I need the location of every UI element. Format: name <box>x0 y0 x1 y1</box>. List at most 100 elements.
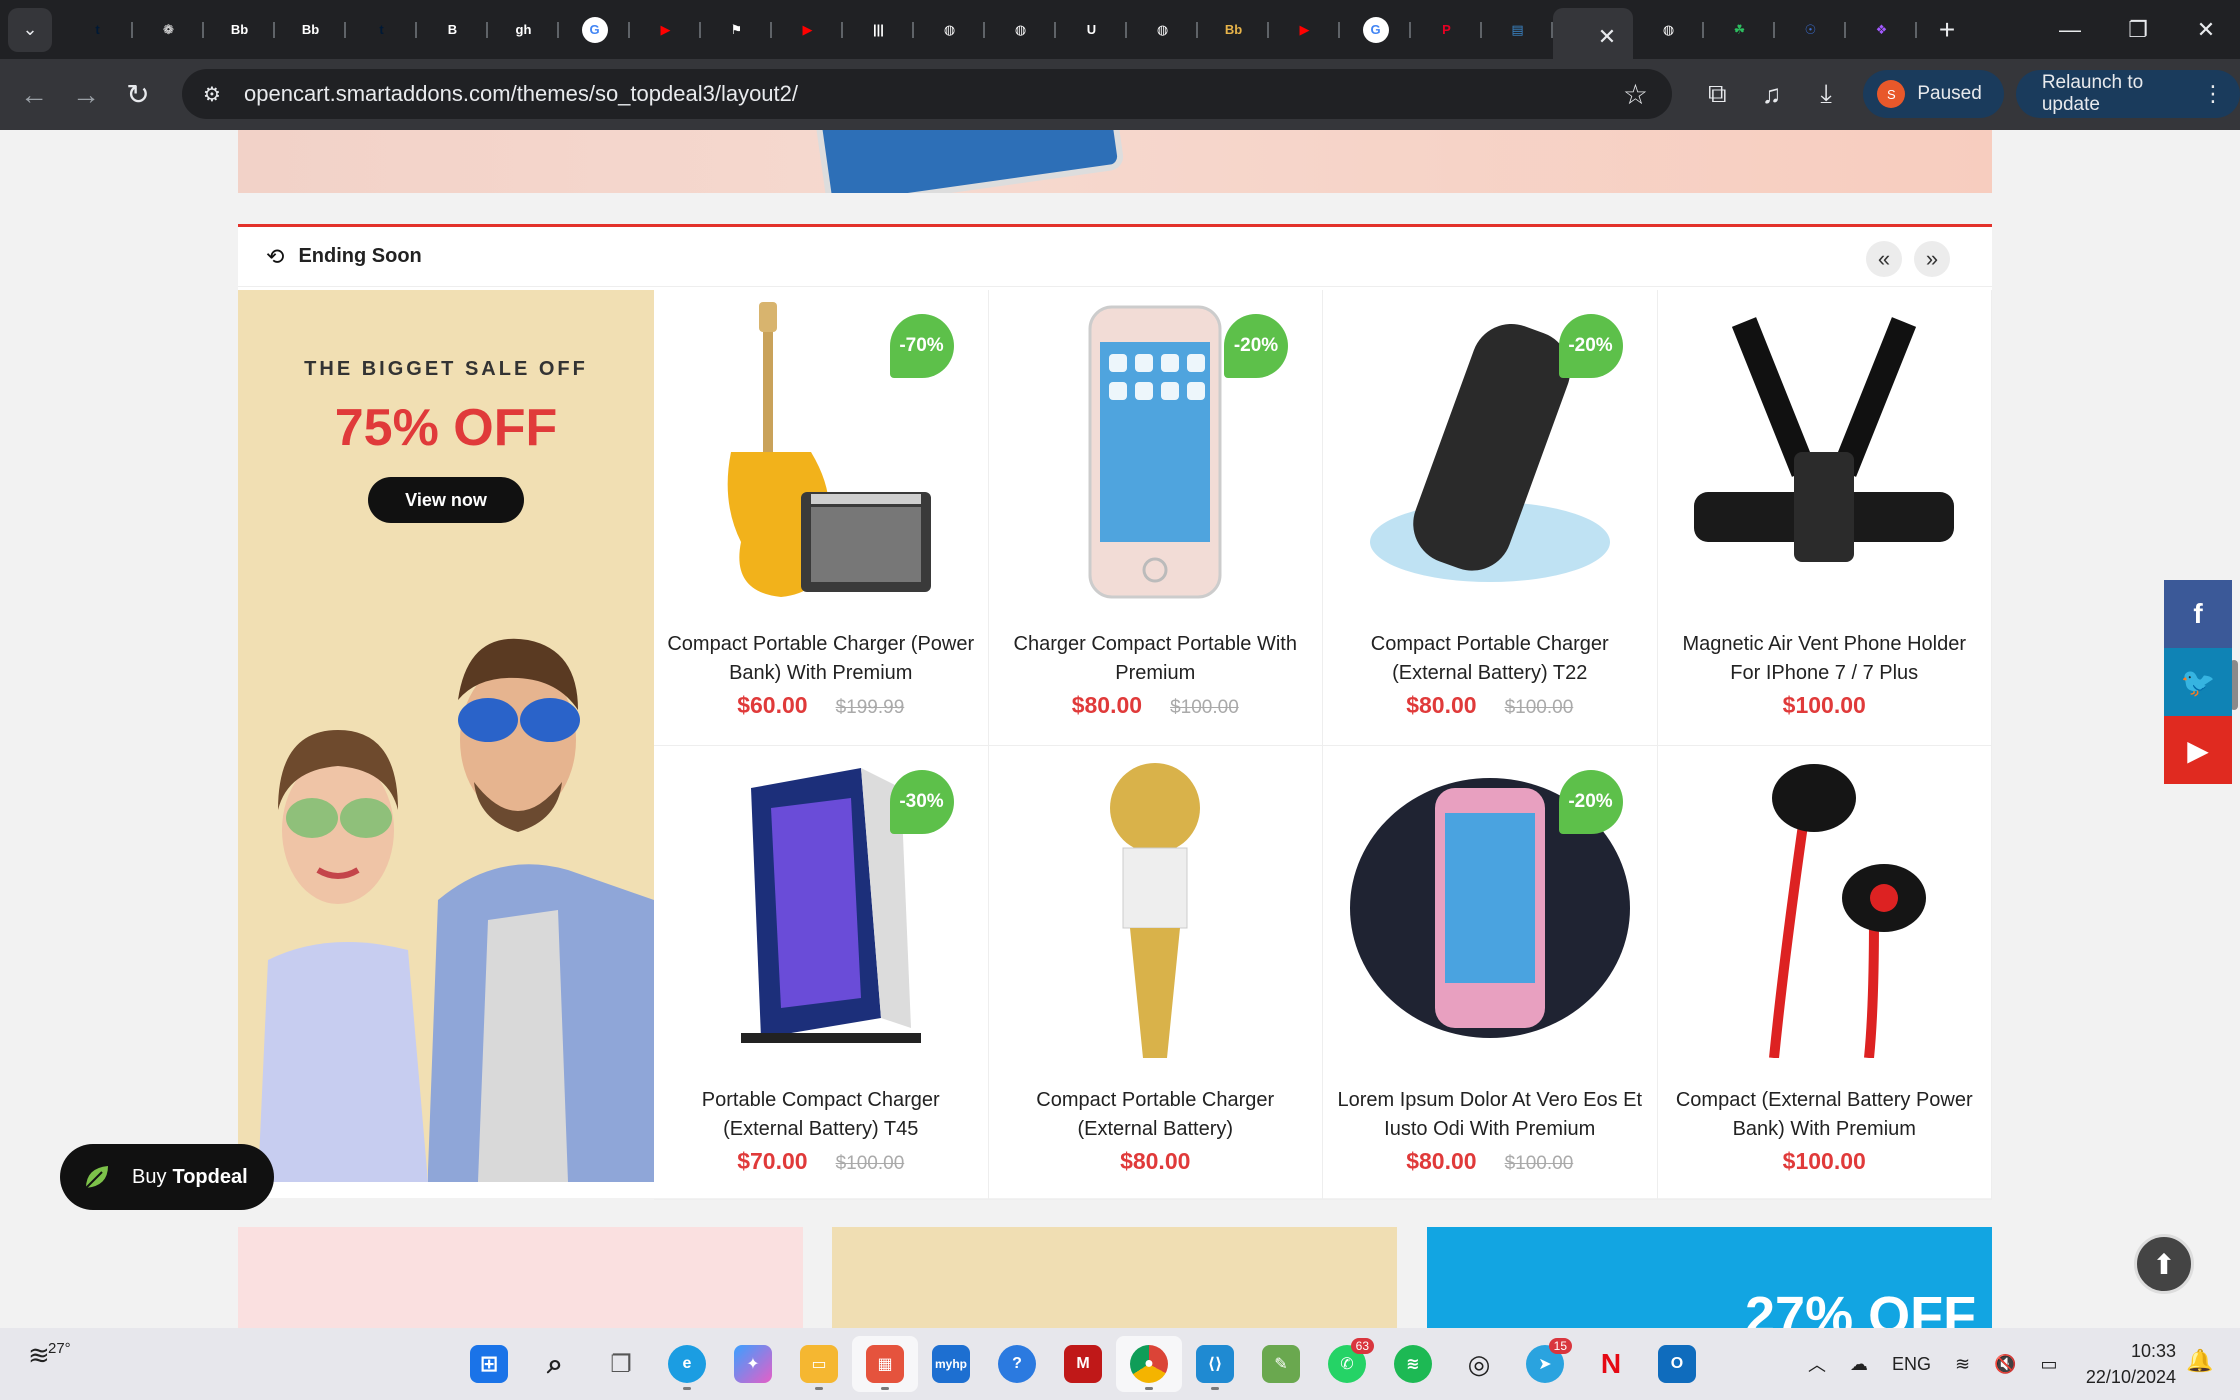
ring-app[interactable]: ◎ <box>1446 1336 1512 1392</box>
browser-tab[interactable]: B <box>417 8 488 52</box>
edge-app[interactable]: e <box>654 1336 720 1392</box>
browser-tab[interactable]: ||| <box>843 8 914 52</box>
product-name[interactable]: Magnetic Air Vent Phone Holder For IPhon… <box>1668 630 1982 688</box>
site-info-icon[interactable]: ⚙ <box>192 82 232 107</box>
start-button[interactable]: ⊞ <box>456 1336 522 1392</box>
product-image[interactable] <box>1005 758 1305 1058</box>
language-indicator[interactable]: ENG <box>1892 1354 1931 1375</box>
help-app[interactable]: ? <box>984 1336 1050 1392</box>
weather-widget[interactable]: ≋ 27° <box>28 1340 88 1371</box>
battery-icon[interactable]: ▭ <box>2041 1354 2058 1375</box>
browser-tab[interactable]: Bb <box>1198 8 1269 52</box>
browser-tab[interactable]: G <box>559 8 630 52</box>
bottom-banner-beige[interactable] <box>832 1227 1397 1328</box>
view-now-button[interactable]: View now <box>368 477 524 523</box>
youtube-icon[interactable]: ▶ <box>2164 716 2232 784</box>
browser-tab[interactable]: ☉ <box>1775 8 1846 52</box>
download-icon[interactable]: ⤓ <box>1799 67 1853 121</box>
bookmark-star-icon[interactable]: ☆ <box>1623 78 1648 111</box>
product-image[interactable] <box>1674 758 1974 1059</box>
address-bar[interactable]: ⚙ opencart.smartaddons.com/themes/so_top… <box>182 69 1672 119</box>
whatsapp-app[interactable]: ✆ 63 <box>1314 1336 1380 1392</box>
profile-paused-button[interactable]: S Paused <box>1863 70 2004 118</box>
product-card[interactable]: -30% Portable Compact Charger (External B… <box>654 746 989 1200</box>
browser-tab[interactable]: gh <box>488 8 559 52</box>
browser-tab[interactable]: ◍ <box>1127 8 1198 52</box>
facebook-icon[interactable]: f <box>2164 580 2232 648</box>
mcafee-app[interactable]: M <box>1050 1336 1116 1392</box>
product-card[interactable]: -20% Charger Compact Portable With Premiu… <box>988 290 1323 746</box>
restore-icon[interactable]: ❐ <box>2104 0 2172 59</box>
new-tab-button[interactable]: + <box>1925 8 1969 52</box>
product-card[interactable]: -70% Compact Portable Charger (Power Bank… <box>654 290 989 746</box>
browser-tab[interactable]: Bb <box>275 8 346 52</box>
browser-tab[interactable]: t <box>62 8 133 52</box>
volume-muted-icon[interactable]: 🔇 <box>1994 1354 2016 1375</box>
outlook-app[interactable]: O <box>1644 1336 1710 1392</box>
wifi-icon[interactable]: ≋ <box>1955 1354 1970 1375</box>
task-view-button[interactable]: ❐ <box>588 1336 654 1392</box>
browser-tab[interactable]: ◍ <box>985 8 1056 52</box>
notification-bell-icon[interactable]: 🔔 <box>2186 1348 2213 1374</box>
product-name[interactable]: Portable Compact Charger (External Batte… <box>664 1086 978 1144</box>
product-card[interactable]: Compact (External Battery Power Bank) Wi… <box>1657 746 1992 1200</box>
product-card[interactable]: -20% Lorem Ipsum Dolor At Vero Eos Et Ius… <box>1323 746 1658 1200</box>
browser-tab[interactable]: ▶ <box>772 8 843 52</box>
relaunch-button[interactable]: Relaunch to update ⋮ <box>2015 70 2240 118</box>
buy-topdeal-button[interactable]: Buy Topdeal <box>60 1144 274 1210</box>
bottom-banner-blue[interactable]: 27% OFF <box>1427 1227 1992 1328</box>
browser-tab[interactable]: t <box>346 8 417 52</box>
product-card[interactable]: -20% Compact Portable Charger (External B… <box>1323 290 1658 746</box>
twitter-icon[interactable]: 🐦 <box>2164 648 2232 716</box>
scroll-to-top-button[interactable]: ⬆ <box>2134 1234 2194 1294</box>
browser-tab[interactable]: Bb <box>204 8 275 52</box>
close-tab-icon[interactable]: ✕ <box>1598 24 1616 50</box>
spotify-app[interactable]: ≋ <box>1380 1336 1446 1392</box>
telegram-app[interactable]: ➤ 15 <box>1512 1336 1578 1392</box>
more-menu-icon[interactable]: ⋮ <box>2202 81 2224 107</box>
store-app[interactable]: ▦ <box>852 1336 918 1392</box>
browser-tab[interactable]: ◍ <box>914 8 985 52</box>
bottom-banner-pink[interactable] <box>238 1227 803 1328</box>
product-image[interactable] <box>1674 302 1974 602</box>
browser-tab[interactable]: ☘ <box>1704 8 1775 52</box>
product-name[interactable]: Compact Portable Charger (Power Bank) Wi… <box>664 630 978 688</box>
forward-icon[interactable]: → <box>60 69 112 121</box>
browser-tab[interactable]: ⚑ <box>701 8 772 52</box>
browser-tab[interactable]: G <box>1340 8 1411 52</box>
search-button[interactable]: ⌕ <box>522 1336 588 1392</box>
close-window-icon[interactable]: ✕ <box>2172 0 2240 59</box>
reload-icon[interactable]: ↻ <box>112 69 164 121</box>
product-name[interactable]: Charger Compact Portable With Premium <box>999 630 1313 688</box>
active-browser-tab[interactable]: ✕ <box>1553 7 1633 67</box>
product-name[interactable]: Compact (External Battery Power Bank) Wi… <box>1668 1086 1982 1144</box>
onedrive-icon[interactable]: ☁ <box>1850 1354 1868 1375</box>
browser-tab[interactable]: P <box>1411 8 1482 52</box>
notepad-app[interactable]: ✎ <box>1248 1336 1314 1392</box>
clock[interactable]: 10:33 22/10/2024 <box>2080 1338 2176 1390</box>
browser-tab[interactable]: U <box>1056 8 1127 52</box>
chrome-app[interactable]: ● <box>1116 1336 1182 1392</box>
minimize-icon[interactable]: — <box>2036 0 2104 59</box>
next-arrow-icon[interactable]: » <box>1914 241 1950 277</box>
product-name[interactable]: Compact Portable Charger (External Batte… <box>999 1086 1313 1144</box>
browser-tab[interactable]: ▤ <box>1482 8 1553 52</box>
promo-banner[interactable]: THE BIGGET SALE OFF 75% OFF View now <box>238 290 654 1182</box>
back-icon[interactable]: ← <box>8 69 60 121</box>
product-name[interactable]: Compact Portable Charger (External Batte… <box>1333 630 1647 688</box>
product-card[interactable]: Compact Portable Charger (External Batte… <box>988 746 1323 1200</box>
browser-tab[interactable]: ❁ <box>133 8 204 52</box>
browser-tab[interactable]: ◍ <box>1633 8 1704 52</box>
top-banner[interactable] <box>238 130 1992 193</box>
chevron-up-icon[interactable]: ︿ <box>1808 1351 1826 1377</box>
browser-tab[interactable]: ▶ <box>630 8 701 52</box>
prev-arrow-icon[interactable]: « <box>1866 241 1902 277</box>
myhp-app[interactable]: myhp <box>918 1336 984 1392</box>
url-text[interactable]: opencart.smartaddons.com/themes/so_topde… <box>244 81 798 107</box>
browser-tab[interactable]: ❖ <box>1846 8 1917 52</box>
netflix-app[interactable]: N <box>1578 1336 1644 1392</box>
copilot-app[interactable]: ✦ <box>720 1336 786 1392</box>
file-explorer-app[interactable]: ▭ <box>786 1336 852 1392</box>
vscode-app[interactable]: ⟨⟩ <box>1182 1336 1248 1392</box>
tab-search-button[interactable]: ⌄ <box>8 7 52 52</box>
